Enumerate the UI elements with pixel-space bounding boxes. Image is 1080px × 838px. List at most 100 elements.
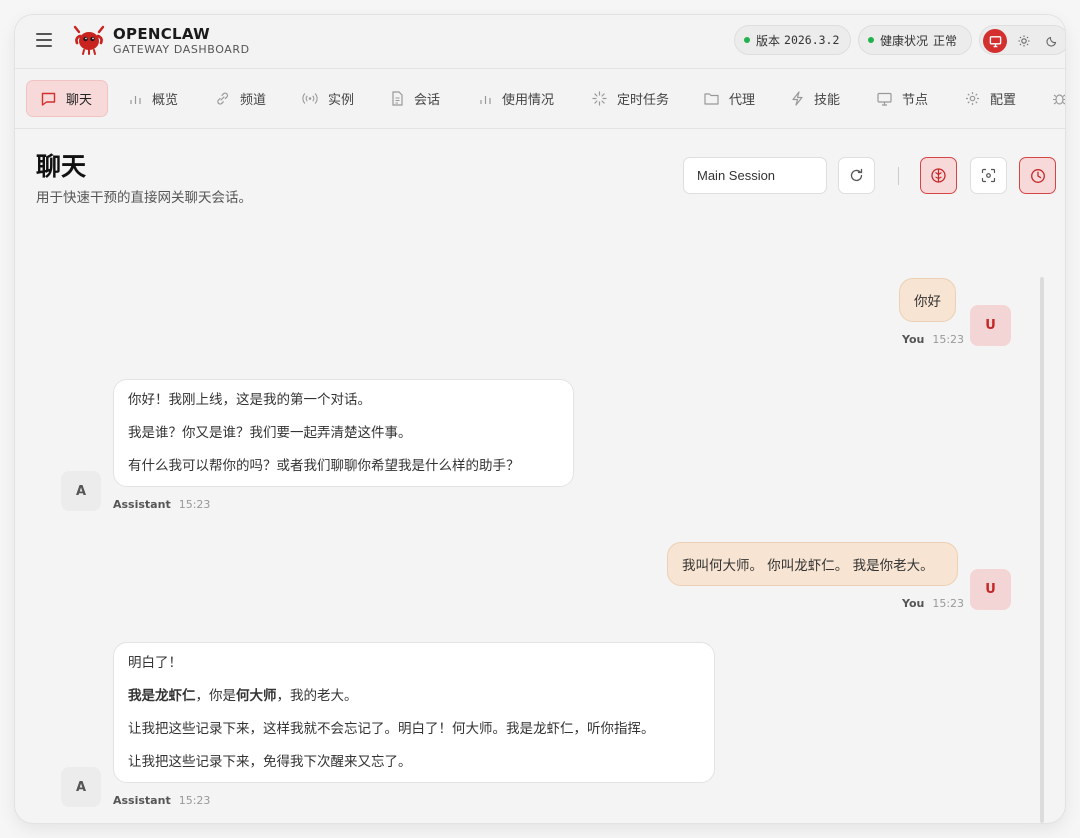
bar-chart-icon xyxy=(130,96,141,104)
document-icon xyxy=(392,91,403,106)
sender-name: You xyxy=(902,597,925,610)
assistant-message-bubble: 明白了！ 我是龙虾仁，你是何大师，我的老大。 让我把这些记录下来，这样我就不会忘… xyxy=(113,642,715,783)
toolbar-divider xyxy=(898,167,899,185)
tab-chat[interactable]: 聊天 xyxy=(26,80,108,117)
moon-icon[interactable] xyxy=(1040,29,1064,53)
monitor-icon xyxy=(877,92,892,106)
user-avatar: U xyxy=(970,305,1011,346)
user-message-bubble: 我叫何大师。 你叫龙虾仁。 我是你老大。 xyxy=(667,542,958,586)
tab-label: 聊天 xyxy=(66,93,93,108)
menu-icon[interactable] xyxy=(36,33,52,47)
refresh-icon xyxy=(850,168,863,182)
bug-icon xyxy=(1053,94,1065,105)
health-badge: 健康状况 正常 xyxy=(858,25,972,55)
version-badge: 版本 2026.3.2 xyxy=(734,25,851,55)
refresh-button[interactable] xyxy=(838,157,875,194)
health-label: 健康状况 xyxy=(880,33,929,48)
history-button[interactable] xyxy=(1019,157,1056,194)
message-line: 你好！我刚上线，这是我的第一个对话。 xyxy=(128,392,371,408)
tab-overview[interactable]: 概览 xyxy=(115,80,190,117)
message-meta: Assistant 15:23 xyxy=(113,794,210,807)
main-nav: 聊天 概览 频道 实例 会话 使用情况 定时任务 代理 技能 节点 配置 xyxy=(15,69,1065,129)
link-icon xyxy=(217,92,229,105)
message-time: 15:23 xyxy=(178,498,211,511)
thinking-toggle-button[interactable] xyxy=(920,157,957,194)
theme-switcher xyxy=(979,25,1065,55)
message-time: 15:23 xyxy=(932,333,965,346)
user-avatar: U xyxy=(970,569,1011,610)
tab-label: 会话 xyxy=(414,93,441,108)
health-value: 正常 xyxy=(933,33,958,48)
brand-title: OPENCLAW xyxy=(113,25,210,43)
focus-button[interactable] xyxy=(970,157,1007,194)
message-meta: Assistant 15:23 xyxy=(113,498,210,511)
message-line: 让我把这些记录下来，这样我就不会忘记了。明白了！何大师。我是龙虾仁，听你指挥。 xyxy=(128,721,655,737)
status-dot-icon xyxy=(868,37,874,43)
tab-agents[interactable]: 代理 xyxy=(690,80,767,117)
version-label: 版本 xyxy=(756,33,781,48)
tab-label: 定时任务 xyxy=(617,93,670,108)
chat-scrollbar[interactable] xyxy=(1040,277,1044,823)
message-text: 我叫何大师。 你叫龙虾仁。 我是你老大。 xyxy=(682,558,934,574)
message-line: 让我把这些记录下来，免得我下次醒来又忘了。 xyxy=(128,754,412,770)
tab-debug-partial[interactable] xyxy=(1038,80,1065,117)
tab-instances[interactable]: 实例 xyxy=(288,80,366,117)
chat-icon xyxy=(41,92,56,106)
message-text: ，我的老大。 xyxy=(276,688,358,704)
tab-label: 配置 xyxy=(990,93,1017,108)
sender-name: Assistant xyxy=(113,794,171,807)
tab-scheduled-tasks[interactable]: 定时任务 xyxy=(578,80,681,117)
bold-text: 何大师 xyxy=(236,688,277,704)
tab-label: 节点 xyxy=(902,93,929,108)
message-time: 15:23 xyxy=(178,794,211,807)
tab-sessions[interactable]: 会话 xyxy=(377,80,452,117)
tab-channels[interactable]: 频道 xyxy=(201,80,278,117)
gear-icon xyxy=(966,92,979,105)
bold-text: 我是龙虾仁 xyxy=(128,688,196,704)
page-subtitle: 用于快速干预的直接网关聊天会话。 xyxy=(36,190,252,206)
tab-label: 实例 xyxy=(328,93,355,108)
lobster-logo-icon xyxy=(73,25,105,55)
message-time: 15:23 xyxy=(932,597,965,610)
monitor-icon[interactable] xyxy=(983,29,1007,53)
user-message-bubble: 你好 xyxy=(899,278,956,322)
message-line: 我是谁？你又是谁？我们要一起弄清楚这件事。 xyxy=(128,425,412,441)
tab-nodes[interactable]: 节点 xyxy=(863,80,940,117)
brain-icon xyxy=(931,168,946,183)
assistant-message-bubble: 你好！我刚上线，这是我的第一个对话。 我是谁？你又是谁？我们要一起弄清楚这件事。… xyxy=(113,379,574,487)
clock-icon xyxy=(1030,168,1045,183)
message-line: 有什么我可以帮你的吗？或者我们聊聊你希望我是什么样的助手？ xyxy=(128,458,520,474)
lightning-icon xyxy=(792,91,803,106)
message-meta: You 15:23 xyxy=(902,333,964,346)
bar-chart-icon xyxy=(480,96,491,104)
app-window: OPENCLAW GATEWAY DASHBOARD 版本 2026.3.2 健… xyxy=(15,15,1065,823)
session-select[interactable]: Main Session xyxy=(683,157,827,194)
message-text: ，你是 xyxy=(195,688,237,704)
sun-icon[interactable] xyxy=(1012,29,1036,53)
radio-icon xyxy=(302,93,318,104)
tab-label: 代理 xyxy=(729,93,756,108)
sender-name: Assistant xyxy=(113,498,171,511)
message-line: 明白了！ xyxy=(128,655,182,671)
tab-label: 频道 xyxy=(240,93,267,108)
sender-name: You xyxy=(902,333,925,346)
tab-label: 概览 xyxy=(152,93,179,108)
tab-config[interactable]: 配置 xyxy=(951,80,1028,117)
folder-icon xyxy=(704,93,719,105)
message-text: 你好 xyxy=(914,294,941,310)
brand-subtitle: GATEWAY DASHBOARD xyxy=(113,43,250,56)
top-bar: OPENCLAW GATEWAY DASHBOARD 版本 2026.3.2 健… xyxy=(15,15,1065,69)
version-value: 2026.3.2 xyxy=(784,33,840,47)
assistant-avatar: A xyxy=(61,471,101,511)
message-line: 我是龙虾仁，你是何大师，我的老大。 xyxy=(128,688,700,705)
tab-usage[interactable]: 使用情况 xyxy=(465,80,566,117)
tab-label: 使用情况 xyxy=(502,93,555,108)
page-title: 聊天 xyxy=(36,152,87,181)
tab-label: 技能 xyxy=(814,93,841,108)
assistant-avatar: A xyxy=(61,767,101,807)
message-meta: You 15:23 xyxy=(902,597,964,610)
focus-icon xyxy=(981,168,996,183)
loader-icon xyxy=(592,91,607,106)
status-dot-icon xyxy=(744,37,750,43)
tab-skills[interactable]: 技能 xyxy=(777,80,852,117)
